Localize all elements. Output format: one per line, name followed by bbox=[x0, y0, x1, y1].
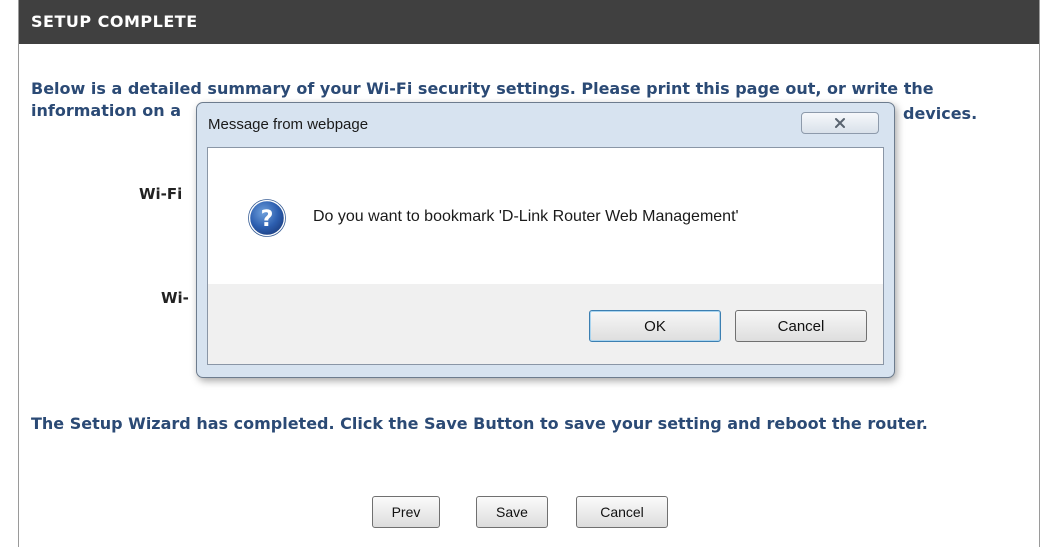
message-dialog: Message from webpage ? Do you want to bo… bbox=[196, 102, 895, 378]
dialog-cancel-button[interactable]: Cancel bbox=[735, 310, 867, 342]
wifi-name-label: Wi-Fi bbox=[139, 185, 183, 203]
dialog-title: Message from webpage bbox=[208, 116, 369, 133]
save-button[interactable]: Save bbox=[476, 496, 548, 528]
cancel-button[interactable]: Cancel bbox=[576, 496, 668, 528]
dialog-message: Do you want to bookmark 'D-Link Router W… bbox=[313, 208, 739, 225]
prev-button[interactable]: Prev bbox=[372, 496, 440, 528]
close-icon bbox=[835, 118, 845, 128]
dialog-body: ? Do you want to bookmark 'D-Link Router… bbox=[207, 147, 884, 365]
dialog-close-button[interactable] bbox=[801, 112, 879, 134]
svg-text:?: ? bbox=[261, 207, 274, 232]
page-title: SETUP COMPLETE bbox=[19, 0, 1039, 44]
ok-button[interactable]: OK bbox=[589, 310, 721, 342]
dialog-message-area: ? Do you want to bookmark 'D-Link Router… bbox=[208, 148, 883, 284]
summary-text-tail: devices. bbox=[903, 104, 978, 123]
wifi-password-label: Wi- bbox=[161, 289, 189, 307]
setup-complete-message: The Setup Wizard has completed. Click th… bbox=[31, 414, 928, 433]
question-icon: ? bbox=[248, 199, 286, 237]
